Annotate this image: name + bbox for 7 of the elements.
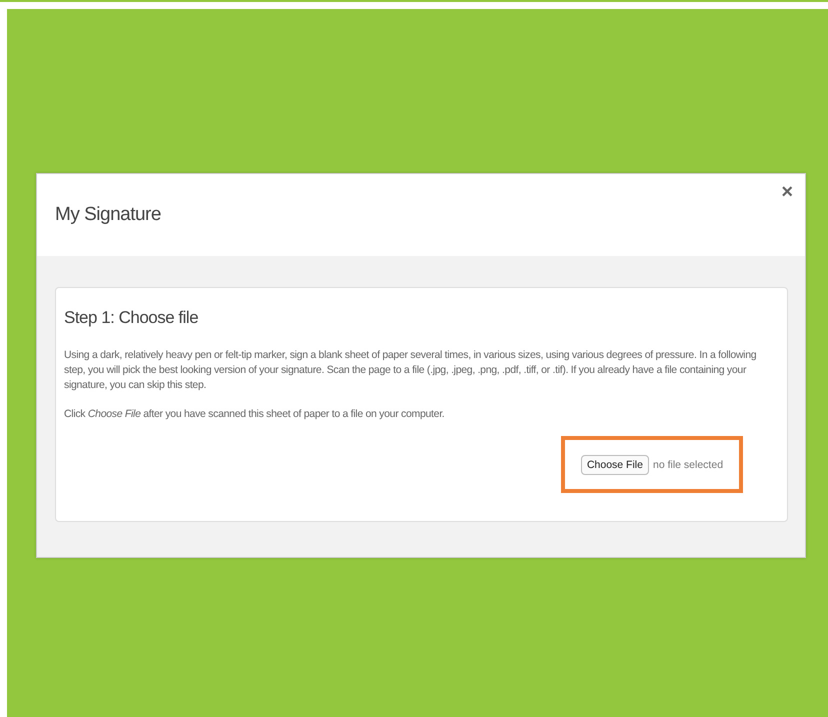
dialog-title: My Signature [55,204,161,226]
instruction-text: Click Choose File after you have scanned this sheet of paper to a file on your computer. [64,407,446,422]
step-title: Step 1: Choose file [64,308,200,328]
close-button[interactable]: × [779,182,795,202]
instruction-text: Using a dark, relatively heavy pen or felt-tip marker, sign a blank sheet of paper several times, in various sizes, using various degrees of pressure. In a following step, you will pick the best looking version of your signature. Scan the page to a file (.jpg, .jpeg, .png, .pdf, .tiff, or .tif). If you already have a file containing your signature, you can skip this step. [64,348,758,393]
file-status: no file selected [652,458,724,470]
choose-file-button[interactable]: Choose File [580,454,649,474]
